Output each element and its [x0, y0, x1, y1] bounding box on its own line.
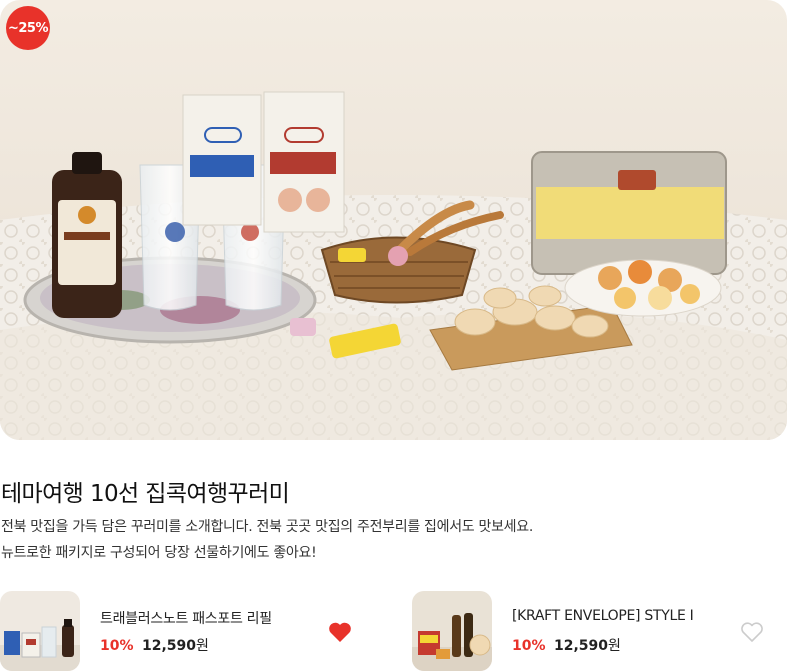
product-price-row: 10% 12,590원 [100, 635, 209, 655]
product-thumbnail[interactable] [412, 591, 492, 671]
product-price: 12,590 [553, 638, 608, 654]
product-name[interactable]: 트래블러스노트 패스포트 리필 [100, 608, 272, 628]
product-thumbnail[interactable] [0, 591, 80, 671]
description-line: 뉴트로한 패키지로 구성되어 당장 선물하기에도 좋아요! [1, 545, 317, 561]
product-card[interactable]: 트래블러스노트 패스포트 리필 10% 12,590원 [0, 591, 380, 671]
heart-icon[interactable] [328, 621, 352, 643]
heart-outline-icon[interactable] [740, 621, 764, 643]
discount-rate: 10% [100, 638, 134, 654]
hero-illustration [0, 91, 787, 440]
currency-unit: 원 [196, 638, 209, 654]
theme-description: 전북 맛집을 가득 담은 꾸러미를 소개합니다. 전북 곳곳 맛집의 주전부리를… [1, 514, 533, 566]
product-image [0, 591, 80, 671]
discount-rate: 10% [512, 638, 546, 654]
product-card[interactable]: [KRAFT ENVELOPE] STYLE I 10% 12,590원 [412, 591, 787, 671]
theme-title: 테마여행 10선 집콕여행꾸러미 [1, 481, 290, 507]
description-line: 전북 맛집을 가득 담은 꾸러미를 소개합니다. 전북 곳곳 맛집의 주전부리를… [1, 519, 533, 535]
product-price: 12,590 [141, 638, 196, 654]
discount-badge: ~25% [6, 6, 50, 50]
product-name[interactable]: [KRAFT ENVELOPE] STYLE I [512, 608, 694, 624]
product-image [412, 591, 492, 671]
product-price-row: 10% 12,590원 [512, 635, 621, 655]
currency-unit: 원 [608, 638, 621, 654]
hero-image[interactable]: ~25% [0, 0, 787, 440]
